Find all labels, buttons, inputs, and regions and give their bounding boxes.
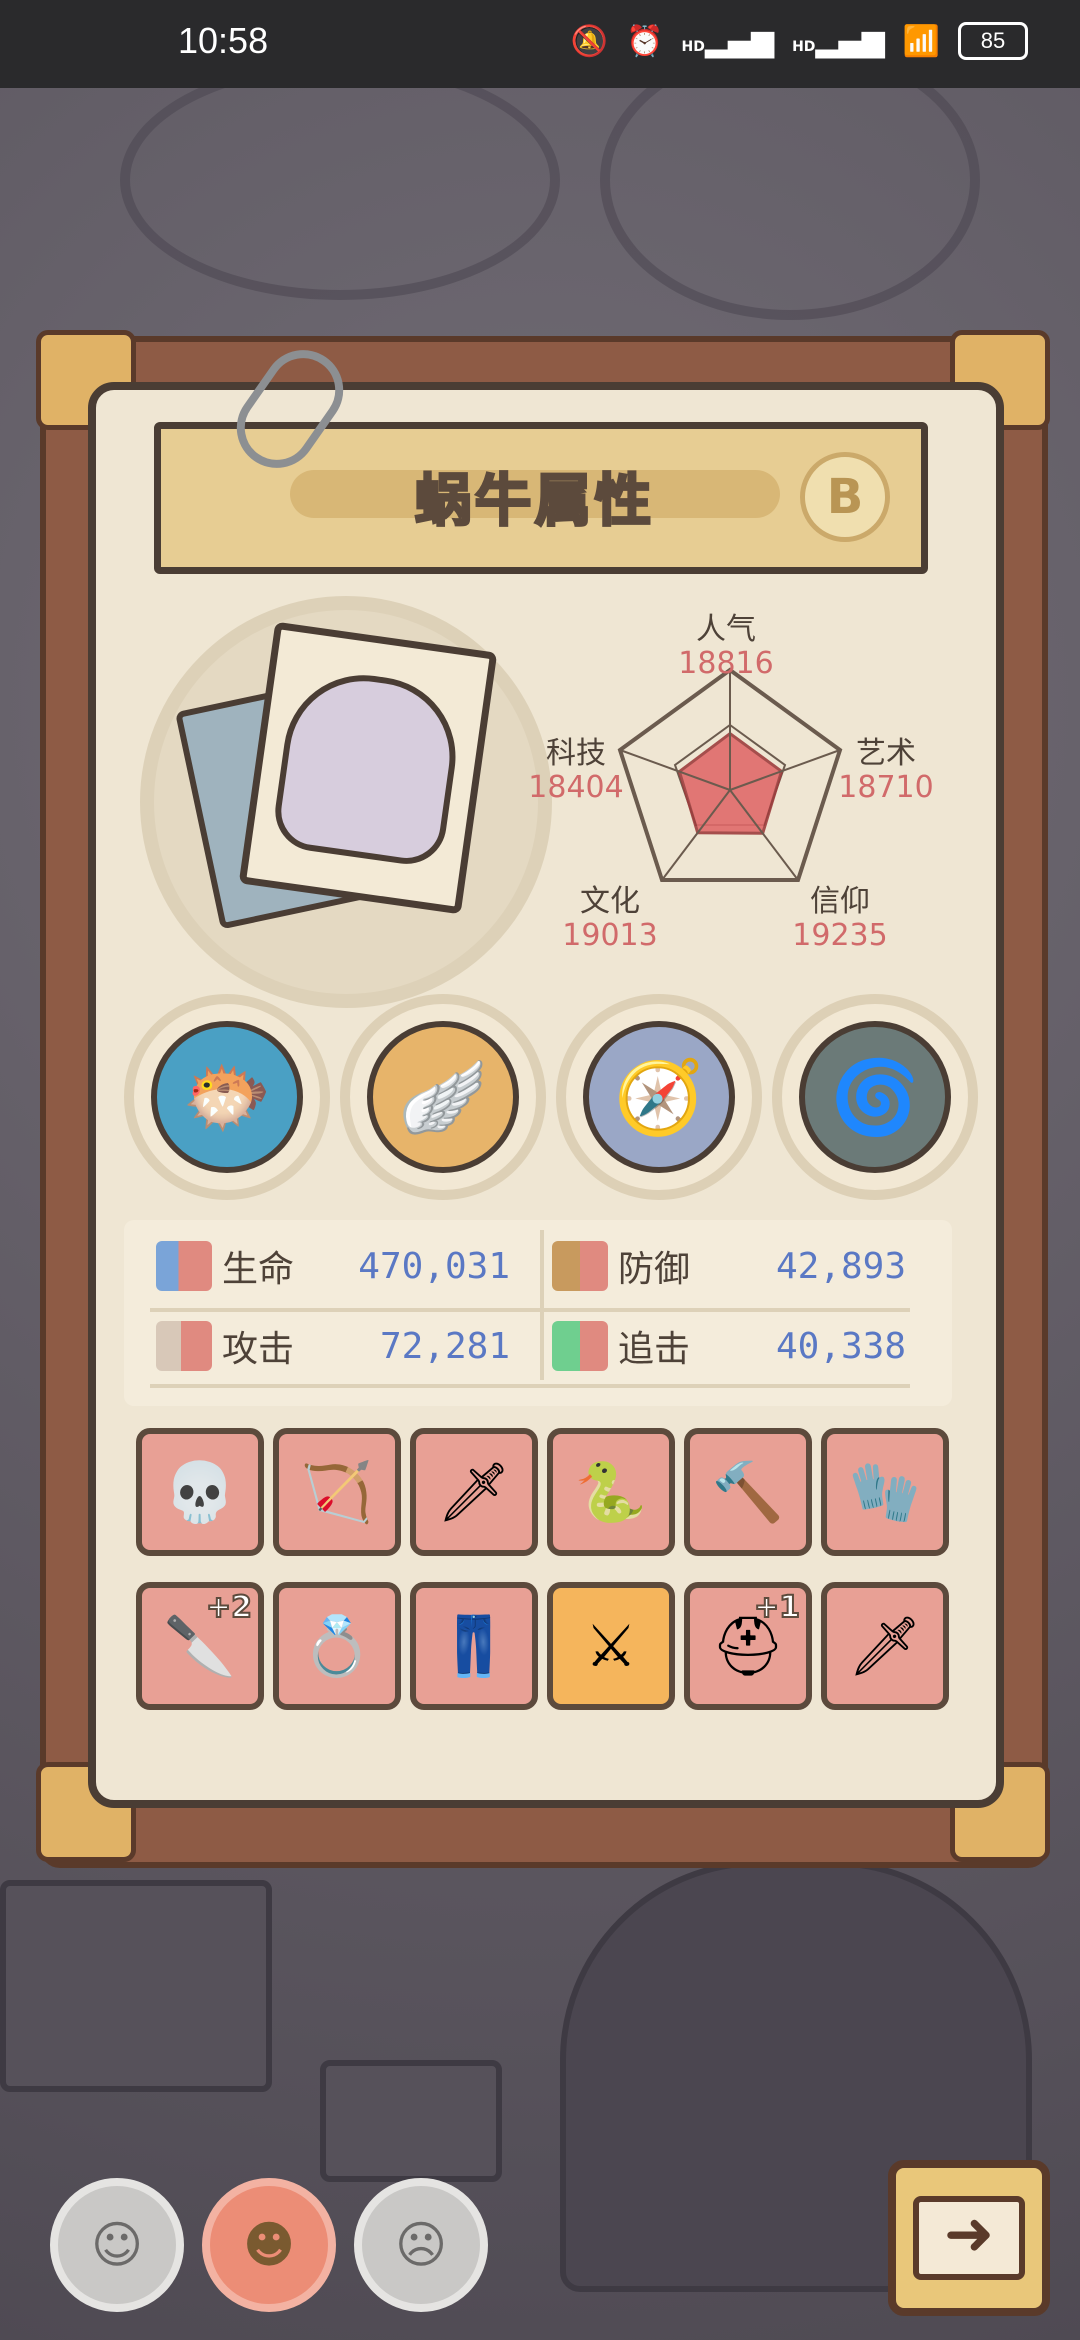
pursuit-bar-icon xyxy=(552,1321,608,1371)
stat-value: 18816 xyxy=(678,646,774,681)
attr-divider xyxy=(150,1308,910,1312)
rocket-sword-icon: 🗡 xyxy=(437,1457,511,1526)
next-button[interactable]: ➜ xyxy=(888,2160,1050,2316)
item-slot-5[interactable]: 🔨 xyxy=(684,1428,812,1556)
serpent-staff-icon: 🐍 xyxy=(574,1457,648,1526)
mute-icon: 🔕 xyxy=(570,23,609,59)
compass-icon: 🧭 xyxy=(583,1021,735,1173)
attack-bar-icon xyxy=(156,1321,212,1371)
item-slot-8[interactable]: 💍 xyxy=(273,1582,401,1710)
stat-label: 科技 xyxy=(546,736,606,771)
attr-divider-vertical xyxy=(540,1230,544,1380)
equipment-slot-4[interactable]: 🌀 xyxy=(772,994,978,1200)
item-slot-7[interactable]: 🔪 +2 xyxy=(136,1582,264,1710)
alarm-icon: ⏰ xyxy=(626,23,664,59)
signal-hd-icon: HD▂▄▆ xyxy=(681,23,775,59)
snail-tab-1[interactable]: ☺ xyxy=(50,2178,184,2312)
item-slot-12[interactable]: 🗡 xyxy=(821,1582,949,1710)
grade-badge[interactable]: B xyxy=(800,452,890,542)
panel-title: 蜗牛属性 xyxy=(414,468,655,536)
stat-culture: 文化 19013 xyxy=(540,876,680,952)
attr-value: 470,031 xyxy=(358,1245,510,1287)
portal-ring-icon: 🌀 xyxy=(799,1021,951,1173)
item-slot-2[interactable]: 🏹 xyxy=(273,1428,401,1556)
gauntlet-icon: 🧤 xyxy=(848,1457,922,1526)
equipment-slot-1[interactable]: 🐡 xyxy=(124,994,330,1200)
crossbow-icon: 🏹 xyxy=(300,1457,374,1526)
jewel-sword-icon: ⚔ xyxy=(585,1612,637,1680)
attr-label: 生命 xyxy=(222,1249,295,1290)
item-slot-10[interactable]: ⚔ xyxy=(547,1582,675,1710)
stat-value: 19013 xyxy=(562,918,658,953)
enhance-level-badge: +1 xyxy=(753,1589,801,1626)
health-bar-icon xyxy=(156,1241,212,1291)
attr-pursuit: 追击 40,338 xyxy=(552,1316,906,1376)
background-pipe xyxy=(120,60,560,300)
stat-technology: 科技 18404 xyxy=(506,728,646,804)
attr-label: 防御 xyxy=(618,1249,691,1290)
status-time: 10:58 xyxy=(178,20,269,61)
enhance-level-badge: +2 xyxy=(205,1589,253,1626)
attr-defense: 防御 42,893 xyxy=(552,1236,906,1296)
background-bucket xyxy=(320,2060,502,2182)
status-icons: 🔕 ⏰ HD▂▄▆ HD▂▄▆ 📶 85 xyxy=(571,22,1028,60)
snail-face-icon: ☹ xyxy=(394,2216,448,2274)
battery-indicator: 85 xyxy=(958,22,1028,60)
attr-label: 攻击 xyxy=(222,1329,295,1370)
item-slot-1[interactable]: 💀 xyxy=(136,1428,264,1556)
background-box xyxy=(0,1880,272,2092)
stat-label: 信仰 xyxy=(810,884,870,919)
arrow-right-icon: ➜ xyxy=(913,2196,1025,2280)
stat-popularity: 人气 18816 xyxy=(656,604,796,680)
skull-staff-icon: 💀 xyxy=(163,1457,237,1526)
snail-face-icon: ☺ xyxy=(90,2216,144,2274)
stat-value: 19235 xyxy=(792,918,888,953)
hammer-icon: 🔨 xyxy=(711,1457,785,1526)
stat-label: 艺术 xyxy=(856,736,916,771)
signal-hd-icon: HD▂▄▆ xyxy=(792,23,885,59)
item-slot-9[interactable]: 👖 xyxy=(410,1582,538,1710)
item-slot-11[interactable]: ⛑ +1 xyxy=(684,1582,812,1710)
sea-creature-icon: 🐡 xyxy=(151,1021,303,1173)
snail-face-icon: ☻ xyxy=(242,2216,296,2274)
attr-hp: 生命 470,031 xyxy=(156,1236,510,1296)
winged-helmet-icon: 🪽 xyxy=(367,1021,519,1173)
wifi-icon: 📶 xyxy=(902,23,940,59)
snail-tab-3[interactable]: ☹ xyxy=(354,2178,488,2312)
defense-bar-icon xyxy=(552,1241,608,1291)
radar-chart xyxy=(617,667,843,882)
status-bar: 10:58 🔕 ⏰ HD▂▄▆ HD▂▄▆ 📶 85 xyxy=(0,0,1080,88)
stat-value: 18404 xyxy=(528,770,624,805)
attr-label: 追击 xyxy=(618,1329,691,1370)
blue-sword-icon: 🗡 xyxy=(848,1611,922,1680)
attr-divider xyxy=(150,1384,910,1388)
equipment-slot-2[interactable]: 🪽 xyxy=(340,994,546,1200)
snail-tab-2[interactable]: ☻ xyxy=(202,2178,336,2312)
equipment-slot-3[interactable]: 🧭 xyxy=(556,994,762,1200)
attr-value: 40,338 xyxy=(775,1325,906,1367)
stat-art: 艺术 18710 xyxy=(816,728,956,804)
attr-attack: 攻击 72,281 xyxy=(156,1316,510,1376)
stat-label: 人气 xyxy=(696,612,756,647)
attr-value: 42,893 xyxy=(775,1245,906,1287)
attr-value: 72,281 xyxy=(379,1325,510,1367)
stat-value: 18710 xyxy=(838,770,934,805)
stat-faith: 信仰 19235 xyxy=(770,876,910,952)
stat-label: 文化 xyxy=(580,884,640,919)
item-slot-3[interactable]: 🗡 xyxy=(410,1428,538,1556)
item-slot-4[interactable]: 🐍 xyxy=(547,1428,675,1556)
pants-icon: 👖 xyxy=(437,1611,511,1680)
item-slot-6[interactable]: 🧤 xyxy=(821,1428,949,1556)
ring-icon: 💍 xyxy=(300,1611,374,1680)
